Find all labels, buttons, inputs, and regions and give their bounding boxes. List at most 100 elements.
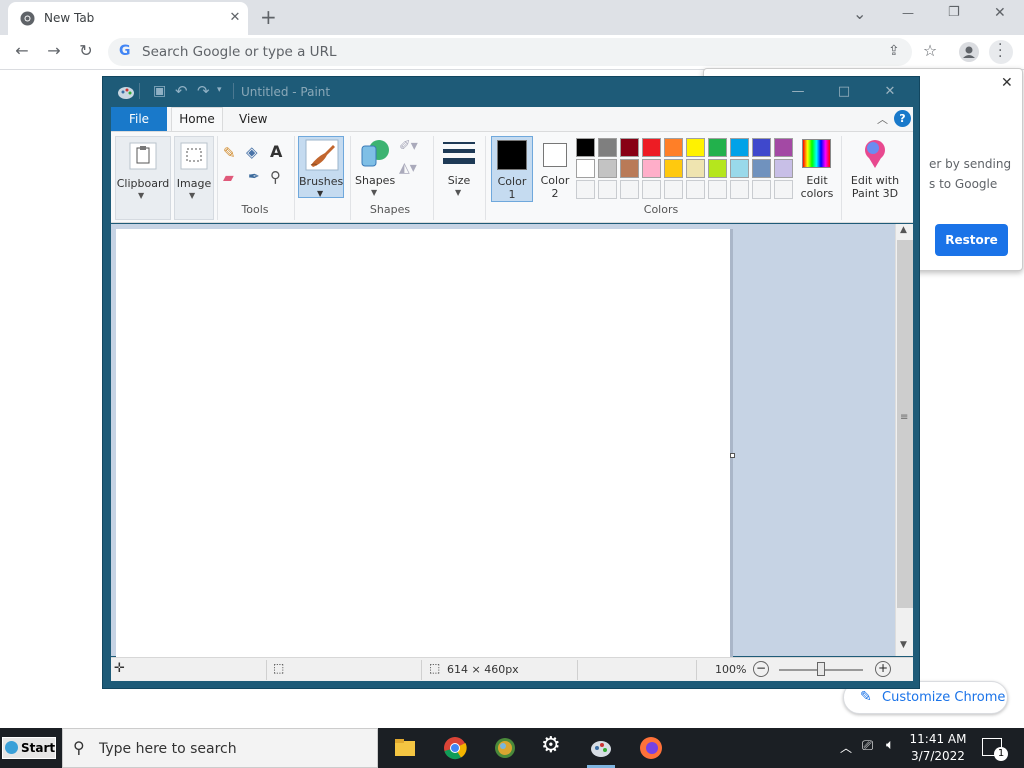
color1-label-line2: 1 xyxy=(508,188,516,201)
undo-icon[interactable]: ↶ xyxy=(175,82,188,100)
share-icon[interactable]: ⇪ xyxy=(888,43,900,59)
brushes-button[interactable]: Brushes ▼ xyxy=(298,136,344,198)
chrome-taskbar-icon[interactable] xyxy=(443,736,467,760)
settings-gear-icon[interactable]: ⚙ xyxy=(541,733,561,758)
outline-icon[interactable]: ✐▾ xyxy=(399,138,418,154)
shape-fill-icon[interactable]: ◭▾ xyxy=(399,160,417,176)
custom-color-slot[interactable] xyxy=(664,180,683,199)
clipboard-button[interactable]: Clipboard ▼ xyxy=(115,136,171,220)
help-icon[interactable]: ? xyxy=(894,110,911,127)
firefox-icon[interactable] xyxy=(639,736,663,760)
palette-swatch[interactable] xyxy=(774,159,793,178)
custom-color-slot[interactable] xyxy=(752,180,771,199)
volume-icon[interactable]: 🔈︎ xyxy=(886,737,894,753)
palette-swatch[interactable] xyxy=(708,159,727,178)
vertical-scrollbar[interactable]: ▲ ≡ ▼ xyxy=(895,224,913,656)
text-tool-icon[interactable]: A xyxy=(270,142,282,161)
paint-close-button[interactable]: ✕ xyxy=(867,77,913,107)
palette-swatch[interactable] xyxy=(576,159,595,178)
taskbar-search[interactable]: ⚲ Type here to search xyxy=(62,728,378,768)
drawing-canvas[interactable] xyxy=(116,229,730,659)
shapes-button[interactable]: Shapes ▼ xyxy=(355,136,395,198)
tab-search-chevron-icon[interactable]: ⌄ xyxy=(853,4,866,23)
start-button[interactable]: Start xyxy=(2,737,56,759)
taskbar-clock-date[interactable]: 3/7/2022 xyxy=(903,749,973,763)
palette-swatch[interactable] xyxy=(730,159,749,178)
close-window-button[interactable]: ✕ xyxy=(994,5,1006,21)
custom-color-slot[interactable] xyxy=(576,180,595,199)
palette-swatch[interactable] xyxy=(752,159,771,178)
zoom-in-icon[interactable]: + xyxy=(875,661,891,677)
palette-swatch[interactable] xyxy=(642,159,661,178)
size-button[interactable]: Size ▼ xyxy=(439,136,479,198)
eraser-tool-icon[interactable]: ▰ xyxy=(223,170,234,186)
custom-color-slot[interactable] xyxy=(642,180,661,199)
palette-swatch[interactable] xyxy=(686,138,705,157)
palette-swatch[interactable] xyxy=(620,159,639,178)
palette-swatch[interactable] xyxy=(642,138,661,157)
restore-window-button[interactable]: ❐ xyxy=(948,5,960,20)
palette-swatch[interactable] xyxy=(598,159,617,178)
palette-swatch[interactable] xyxy=(620,138,639,157)
file-explorer-icon[interactable] xyxy=(393,736,417,760)
browser-tab[interactable]: New Tab ✕ xyxy=(8,2,248,35)
minimize-button[interactable]: — xyxy=(902,6,914,20)
custom-color-slot[interactable] xyxy=(708,180,727,199)
palette-swatch[interactable] xyxy=(730,138,749,157)
palette-swatch[interactable] xyxy=(576,138,595,157)
zoom-slider-thumb[interactable] xyxy=(817,662,825,676)
resize-handle[interactable] xyxy=(730,453,735,458)
custom-color-slot[interactable] xyxy=(620,180,639,199)
tab-file[interactable]: File xyxy=(111,107,167,131)
color-picker-icon[interactable]: ✒ xyxy=(248,169,260,185)
redo-icon[interactable]: ↷ xyxy=(197,82,210,100)
canvas-size-text: 614 × 460px xyxy=(447,663,519,676)
palette-swatch[interactable] xyxy=(664,159,683,178)
paint-minimize-button[interactable]: — xyxy=(775,77,821,107)
fill-tool-icon[interactable]: ◈ xyxy=(246,143,258,161)
palette-swatch[interactable] xyxy=(774,138,793,157)
reload-icon[interactable]: ↻ xyxy=(76,41,96,60)
color2-button[interactable]: Color 2 xyxy=(535,136,575,202)
palette-swatch[interactable] xyxy=(752,138,771,157)
edit-with-paint3d-button[interactable]: Edit with Paint 3D xyxy=(845,136,905,202)
tab-close-icon[interactable]: ✕ xyxy=(224,7,246,29)
tab-home[interactable]: Home xyxy=(171,107,223,132)
customize-qat-icon[interactable]: ▾ xyxy=(217,85,222,95)
restore-button[interactable]: Restore xyxy=(935,224,1008,256)
bookmark-star-icon[interactable]: ☆ xyxy=(920,41,940,60)
scrollbar-thumb[interactable]: ≡ xyxy=(897,240,913,608)
custom-color-slot[interactable] xyxy=(598,180,617,199)
palette-swatch[interactable] xyxy=(598,138,617,157)
custom-color-slot[interactable] xyxy=(686,180,705,199)
address-bar[interactable]: G Search Google or type a URL ⇪ xyxy=(108,38,912,66)
palette-swatch[interactable] xyxy=(664,138,683,157)
pencil-tool-icon[interactable]: ✎ xyxy=(223,144,236,162)
palette-swatch[interactable] xyxy=(686,159,705,178)
edit-colors-button[interactable]: Edit colors xyxy=(799,136,835,202)
chrome-menu-button[interactable]: · · · xyxy=(989,38,1013,64)
collapse-ribbon-icon[interactable]: ︿ xyxy=(877,111,888,127)
zoom-out-icon[interactable]: − xyxy=(753,661,769,677)
scroll-down-icon[interactable]: ▼ xyxy=(900,640,907,650)
profile-avatar-icon[interactable] xyxy=(959,42,979,62)
color1-button[interactable]: Color 1 xyxy=(491,136,533,202)
palette-swatch[interactable] xyxy=(708,138,727,157)
custom-color-slot[interactable] xyxy=(774,180,793,199)
tab-view[interactable]: View xyxy=(239,112,267,126)
magnifier-icon[interactable]: ⚲ xyxy=(270,168,281,186)
network-icon[interactable]: ⎚ xyxy=(862,738,873,754)
save-icon[interactable]: ▣ xyxy=(153,83,166,99)
image-button[interactable]: Image ▼ xyxy=(174,136,214,220)
back-arrow-icon[interactable]: ← xyxy=(12,41,32,60)
taskbar-clock-time[interactable]: 11:41 AM xyxy=(903,732,973,746)
paint-maximize-button[interactable]: □ xyxy=(821,77,867,107)
scroll-up-icon[interactable]: ▲ xyxy=(900,225,907,235)
custom-color-slot[interactable] xyxy=(730,180,749,199)
photos-app-icon[interactable] xyxy=(493,736,517,760)
paint-taskbar-icon[interactable] xyxy=(589,736,613,760)
show-hidden-icons-chevron[interactable]: ︿ xyxy=(840,739,852,756)
new-tab-button[interactable]: + xyxy=(260,5,277,29)
forward-arrow-icon[interactable]: → xyxy=(44,41,64,60)
popup-close-icon[interactable]: ✕ xyxy=(1001,75,1013,91)
